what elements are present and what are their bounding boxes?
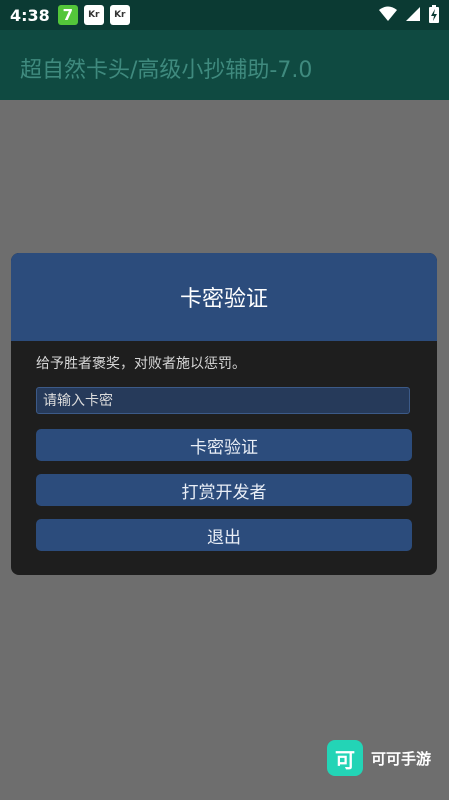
app-title: 超自然卡头/高级小抄辅助-7.0 — [20, 58, 313, 83]
app-7-notification-icon: 7 — [57, 5, 78, 25]
status-bar: 4:38 7 Kr Kr — [0, 0, 449, 30]
dialog-message: 给予胜者褒奖，对败者施以惩罚。 — [36, 356, 246, 372]
kr-notification-icon: Kr — [83, 5, 104, 25]
key-verify-dialog: 卡密验证 给予胜者褒奖，对败者施以惩罚。 卡密验证 打赏开发者 退出 — [11, 253, 437, 575]
notification-icons: 7 Kr Kr — [57, 5, 130, 25]
battery-charging-icon — [429, 5, 439, 23]
watermark-text: 可可手游 — [370, 749, 431, 768]
status-time: 4:38 — [10, 5, 50, 25]
watermark-logo-icon: 可 — [326, 740, 363, 776]
status-indicators — [379, 5, 439, 23]
kr-notification-icon: Kr — [109, 5, 130, 25]
watermark: 可 可可手游 — [326, 740, 431, 776]
wifi-icon — [379, 6, 397, 21]
tip-developer-button[interactable]: 打赏开发者 — [36, 474, 412, 506]
verify-key-button[interactable]: 卡密验证 — [36, 429, 412, 461]
dialog-title: 卡密验证 — [179, 287, 268, 312]
dialog-header: 卡密验证 — [11, 253, 437, 341]
key-input[interactable] — [36, 387, 410, 414]
app-bar: 超自然卡头/高级小抄辅助-7.0 — [0, 30, 449, 100]
cell-signal-icon — [406, 7, 420, 21]
exit-button[interactable]: 退出 — [36, 519, 412, 551]
